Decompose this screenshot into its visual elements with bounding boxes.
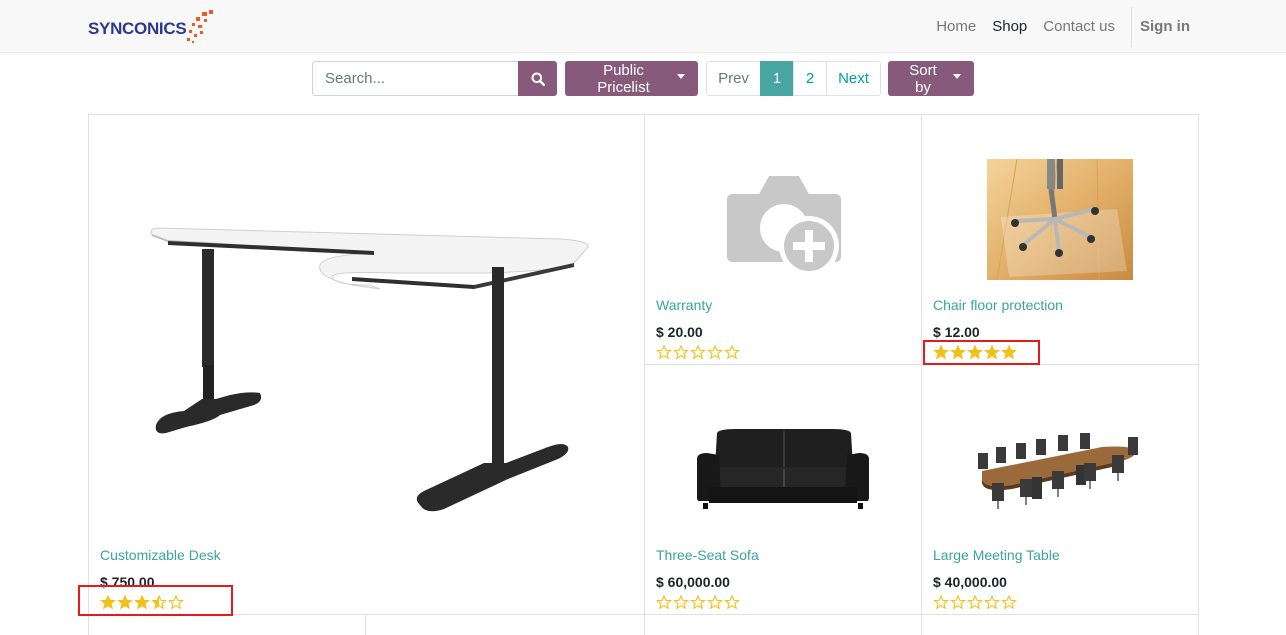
- search-form: [312, 61, 557, 96]
- product-name[interactable]: Warranty: [656, 297, 712, 313]
- pagination: Prev 1 2 Next: [706, 61, 881, 96]
- chevron-down-icon: [677, 74, 685, 79]
- pager-prev[interactable]: Prev: [706, 61, 761, 96]
- product-card[interactable]: Customizable Desk $ 750.00: [88, 115, 645, 615]
- product-card-partial: [922, 615, 1199, 635]
- star-empty-icon: [690, 345, 706, 359]
- star-empty-icon: [690, 595, 706, 609]
- meeting-table-image[interactable]: [972, 433, 1148, 513]
- star-empty-icon: [673, 345, 689, 359]
- product-name[interactable]: Large Meeting Table: [933, 547, 1060, 563]
- star-empty-icon: [707, 345, 723, 359]
- star-empty-icon: [950, 595, 966, 609]
- product-card[interactable]: Chair floor protection $ 12.00: [922, 115, 1199, 365]
- product-price: $ 20.00: [656, 324, 703, 340]
- search-input[interactable]: [312, 61, 518, 96]
- product-price: $ 40,000.00: [933, 574, 1007, 590]
- chair-floor-image[interactable]: [987, 159, 1133, 280]
- nav-links: Home Shop Contact us Sign in: [928, 0, 1190, 53]
- star-empty-icon: [967, 595, 983, 609]
- star-empty-icon: [984, 595, 1000, 609]
- sofa-image[interactable]: [695, 427, 871, 513]
- sort-dropdown[interactable]: Sort by: [888, 61, 974, 96]
- pricelist-label: Public Pricelist: [597, 61, 650, 96]
- star-empty-icon: [933, 595, 949, 609]
- nav-item-contact-us[interactable]: Contact us: [1035, 18, 1123, 35]
- product-rating: [933, 595, 1017, 609]
- brand-name: SYNCONICS: [88, 19, 187, 38]
- nav-item-shop[interactable]: Shop: [984, 18, 1035, 35]
- star-empty-icon: [724, 595, 740, 609]
- pager-page-2[interactable]: 2: [793, 61, 827, 96]
- placeholder-camera-icon[interactable]: [725, 172, 843, 276]
- search-button[interactable]: [518, 61, 557, 96]
- pager-page-1[interactable]: 1: [760, 61, 794, 96]
- navbar: SYNCONICS Home Shop Contact us Sign in: [0, 0, 1286, 53]
- desk-image[interactable]: [144, 215, 592, 515]
- star-empty-icon: [656, 595, 672, 609]
- chevron-down-icon: [953, 74, 961, 79]
- star-empty-icon: [707, 595, 723, 609]
- product-name[interactable]: Three-Seat Sofa: [656, 547, 759, 563]
- product-card[interactable]: Three-Seat Sofa $ 60,000.00: [645, 365, 922, 615]
- brand-logo[interactable]: SYNCONICS: [88, 10, 220, 44]
- product-card-partial: [645, 615, 922, 635]
- rating-highlight-box: [923, 340, 1040, 365]
- pricelist-dropdown[interactable]: Public Pricelist: [565, 61, 698, 96]
- product-card-partial: [88, 615, 366, 635]
- pager-next[interactable]: Next: [826, 61, 881, 96]
- product-rating: [656, 595, 740, 609]
- product-card-partial: [366, 615, 645, 635]
- rating-highlight-box: [78, 585, 233, 616]
- star-empty-icon: [724, 345, 740, 359]
- search-icon: [531, 72, 545, 86]
- star-empty-icon: [656, 345, 672, 359]
- star-empty-icon: [1001, 595, 1017, 609]
- product-card[interactable]: Large Meeting Table $ 40,000.00: [922, 365, 1199, 615]
- product-price: $ 12.00: [933, 324, 980, 340]
- sign-in-link[interactable]: Sign in: [1132, 18, 1190, 35]
- product-price: $ 60,000.00: [656, 574, 730, 590]
- product-name[interactable]: Chair floor protection: [933, 297, 1063, 313]
- product-grid: Customizable Desk $ 750.00 Warranty $ 20…: [88, 114, 1199, 635]
- logo-dots-icon: [187, 10, 213, 43]
- star-empty-icon: [673, 595, 689, 609]
- sort-label: Sort by: [909, 61, 937, 96]
- product-card[interactable]: Warranty $ 20.00: [645, 115, 922, 365]
- product-name[interactable]: Customizable Desk: [100, 547, 221, 563]
- nav-item-home[interactable]: Home: [928, 18, 984, 35]
- product-rating: [656, 345, 740, 359]
